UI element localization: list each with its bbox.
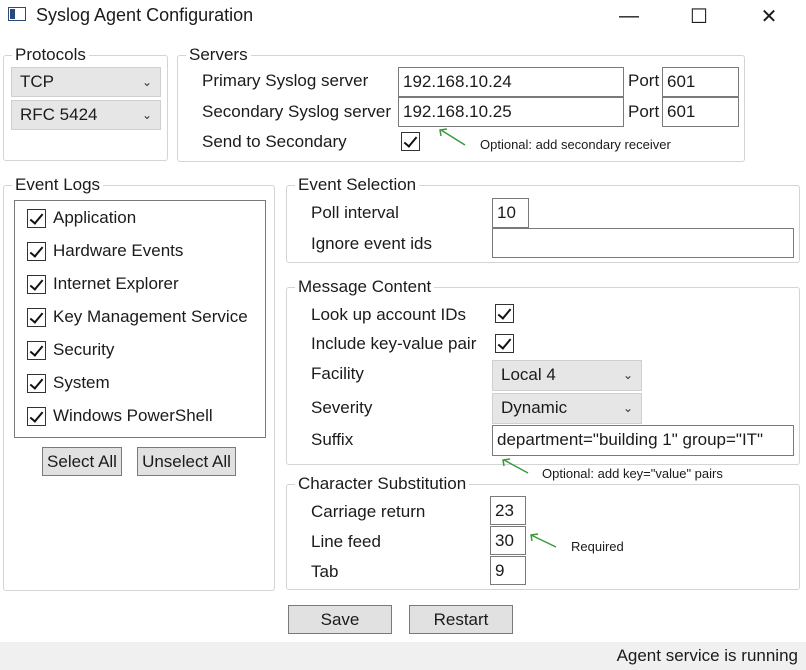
secondary-server-label: Secondary Syslog server — [202, 102, 391, 121]
line-feed-input[interactable]: 30 — [490, 526, 526, 555]
transport-value: TCP — [20, 72, 54, 91]
poll-interval-label: Poll interval — [311, 203, 399, 222]
char-substitution-legend: Character Substitution — [295, 474, 470, 494]
format-select[interactable]: RFC 5424 ⌄ — [11, 100, 161, 130]
chevron-down-icon: ⌄ — [622, 401, 633, 415]
message-content-legend: Message Content — [295, 277, 435, 297]
line-feed-label: Line feed — [311, 532, 381, 551]
primary-server-label: Primary Syslog server — [202, 71, 369, 90]
event-log-checkbox[interactable] — [27, 275, 46, 294]
restart-button[interactable]: Restart — [409, 605, 513, 634]
secondary-server-input[interactable]: 192.168.10.25 — [398, 97, 624, 127]
event-log-checkbox[interactable] — [27, 242, 46, 261]
severity-label: Severity — [311, 398, 373, 417]
protocols-legend: Protocols — [12, 45, 89, 65]
event-log-checkbox[interactable] — [27, 407, 46, 426]
event-log-label: System — [53, 373, 110, 392]
lookup-ids-checkbox[interactable] — [495, 304, 514, 323]
event-log-label: Application — [53, 208, 137, 227]
window-title: Syslog Agent Configuration — [36, 5, 254, 25]
title-bar: Syslog Agent Configuration — ☐ ✕ — [0, 0, 806, 32]
status-bar: Agent service is running — [0, 642, 806, 670]
arrow-icon — [530, 533, 557, 548]
maximize-button[interactable]: ☐ — [676, 2, 722, 30]
event-log-label: Hardware Events — [53, 241, 184, 260]
lookup-ids-label: Look up account IDs — [311, 305, 466, 324]
primary-server-input[interactable]: 192.168.10.24 — [398, 67, 624, 97]
event-log-label: Key Management Service — [53, 307, 248, 326]
event-log-label: Internet Explorer — [53, 274, 179, 293]
servers-legend: Servers — [186, 45, 251, 65]
event-log-checkbox[interactable] — [27, 308, 46, 327]
facility-select[interactable]: Local 4 ⌄ — [492, 360, 642, 391]
event-log-checkbox[interactable] — [27, 374, 46, 393]
ignore-ids-label: Ignore event ids — [311, 234, 432, 253]
event-selection-legend: Event Selection — [295, 175, 420, 195]
tab-input[interactable]: 9 — [490, 556, 526, 585]
facility-label: Facility — [311, 364, 364, 383]
save-button[interactable]: Save — [288, 605, 392, 634]
tab-label: Tab — [311, 562, 339, 581]
close-button[interactable]: ✕ — [746, 2, 792, 30]
primary-port-label: Port — [628, 71, 660, 90]
event-log-checkbox[interactable] — [27, 209, 46, 228]
arrow-icon — [439, 128, 466, 146]
event-log-list[interactable]: Application Hardware Events Internet Exp… — [14, 200, 266, 438]
select-all-button[interactable]: Select All — [42, 447, 122, 476]
secondary-note: Optional: add secondary receiver — [480, 137, 671, 152]
minimize-button[interactable]: — — [606, 2, 652, 30]
suffix-input[interactable]: department="building 1" group="IT" — [492, 425, 794, 456]
suffix-label: Suffix — [311, 430, 354, 449]
message-content-group: Message Content Look up account IDs Incl… — [286, 277, 800, 465]
format-value: RFC 5424 — [20, 105, 98, 124]
protocols-group: Protocols TCP ⌄ RFC 5424 ⌄ — [3, 45, 168, 161]
arrow-icon — [502, 458, 529, 474]
primary-port-input[interactable]: 601 — [662, 67, 739, 97]
send-secondary-label: Send to Secondary — [202, 132, 347, 151]
secondary-port-input[interactable]: 601 — [662, 97, 739, 127]
include-kv-checkbox[interactable] — [495, 334, 514, 353]
unselect-all-button[interactable]: Unselect All — [137, 447, 236, 476]
required-note: Required — [571, 539, 624, 554]
ignore-ids-input[interactable] — [492, 228, 794, 258]
send-secondary-checkbox[interactable] — [401, 132, 420, 151]
event-logs-legend: Event Logs — [12, 175, 104, 195]
carriage-return-label: Carriage return — [311, 502, 426, 521]
chevron-down-icon: ⌄ — [622, 368, 633, 382]
transport-select[interactable]: TCP ⌄ — [11, 67, 161, 97]
secondary-port-label: Port — [628, 102, 660, 121]
app-icon — [8, 7, 26, 21]
include-kv-label: Include key-value pair — [311, 334, 477, 353]
carriage-return-input[interactable]: 23 — [490, 496, 526, 525]
facility-value: Local 4 — [501, 365, 556, 384]
event-log-label: Windows PowerShell — [53, 406, 213, 425]
event-logs-group: Event Logs Application Hardware Events I… — [3, 175, 275, 591]
chevron-down-icon: ⌄ — [141, 75, 152, 89]
status-text: Agent service is running — [616, 646, 798, 665]
suffix-note: Optional: add key="value" pairs — [542, 466, 723, 481]
event-log-label: Security — [53, 340, 115, 359]
poll-interval-input[interactable]: 10 — [492, 198, 529, 228]
event-selection-group: Event Selection Poll interval 10 Ignore … — [286, 175, 800, 263]
event-log-checkbox[interactable] — [27, 341, 46, 360]
chevron-down-icon: ⌄ — [141, 108, 152, 122]
severity-value: Dynamic — [501, 398, 568, 417]
severity-select[interactable]: Dynamic ⌄ — [492, 393, 642, 424]
